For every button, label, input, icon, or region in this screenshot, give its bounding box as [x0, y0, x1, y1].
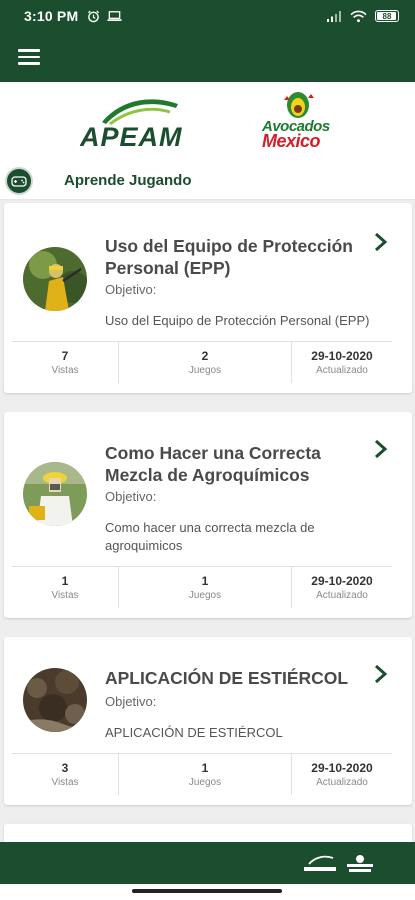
system-nav-bar — [0, 884, 415, 900]
games-label: Juegos — [188, 590, 222, 601]
course-avatar — [23, 668, 87, 732]
apeam-footer-logo — [304, 855, 336, 871]
views-stat: 1 Vistas — [12, 567, 119, 608]
objective-label: Objetivo: — [105, 489, 157, 504]
section-title: Aprende Jugando — [64, 172, 192, 189]
objective-text: APLICACIÓN DE ESTIÉRCOL — [105, 725, 283, 740]
updated-date: 29-10-2020 — [311, 574, 373, 588]
chevron-right-icon[interactable] — [372, 232, 390, 252]
views-value: 1 — [61, 574, 69, 588]
course-title: Uso del Equipo de Protección Personal (E… — [105, 236, 353, 278]
laptop-icon — [107, 11, 122, 21]
chevron-right-icon[interactable] — [372, 439, 390, 459]
views-value: 7 — [61, 349, 69, 363]
apeam-logo-text: APEAM — [80, 122, 183, 152]
battery-level: 88 — [382, 11, 392, 21]
logo-header: APEAM Avocados Mexico — [0, 82, 415, 162]
course-stats: 1 Vistas 1 Juegos 29-10-2020 Actualizado — [12, 566, 392, 608]
course-avatar — [23, 462, 87, 526]
course-card[interactable]: Como Hacer una Correcta Mezcla de Agroqu… — [4, 412, 412, 618]
app-bar — [0, 32, 415, 82]
course-title: APLICACIÓN DE ESTIÉRCOL — [105, 668, 349, 688]
views-stat: 3 Vistas — [12, 754, 119, 795]
game-controller-icon — [5, 167, 33, 195]
views-label: Vistas — [51, 590, 79, 601]
updated-stat: 29-10-2020 Actualizado — [292, 754, 392, 795]
mexico-text: Mexico — [262, 131, 321, 151]
games-label: Juegos — [188, 777, 222, 788]
objective-label: Objetivo: — [105, 282, 157, 297]
footer-logos — [303, 854, 375, 874]
avocados-mexico-logo: Avocados Mexico — [260, 90, 340, 152]
games-label: Juegos — [188, 365, 222, 376]
course-stats: 7 Vistas 2 Juegos 29-10-2020 Actualizado — [12, 341, 392, 383]
status-bar: 3:10 PM 88 — [0, 0, 415, 32]
hamburger-menu-icon[interactable] — [18, 44, 44, 70]
wifi-icon — [350, 10, 367, 22]
games-value: 1 — [201, 574, 209, 588]
views-stat: 7 Vistas — [12, 342, 119, 383]
objective-label: Objetivo: — [105, 694, 157, 709]
updated-stat: 29-10-2020 Actualizado — [292, 567, 392, 608]
updated-label: Actualizado — [316, 777, 368, 788]
battery-icon: 88 — [375, 10, 399, 22]
games-stat: 1 Juegos — [119, 754, 292, 795]
alarm-icon — [88, 10, 100, 22]
course-card[interactable]: Uso del Equipo de Protección Personal (E… — [4, 203, 412, 393]
updated-date: 29-10-2020 — [311, 349, 373, 363]
apeam-logo: APEAM — [79, 92, 210, 152]
views-label: Vistas — [51, 777, 79, 788]
views-value: 3 — [61, 761, 69, 775]
objective-text: Como hacer una correcta mezcla de agroqu… — [105, 520, 315, 553]
updated-date: 29-10-2020 — [311, 761, 373, 775]
games-value: 1 — [201, 761, 209, 775]
bottom-bar — [0, 842, 415, 884]
section-header: Aprende Jugando — [0, 162, 415, 200]
signal-icon — [327, 10, 341, 22]
games-stat: 1 Juegos — [119, 567, 292, 608]
games-value: 2 — [201, 349, 209, 363]
course-list: Uso del Equipo de Protección Personal (E… — [0, 200, 415, 842]
course-title: Como Hacer una Correcta Mezcla de Agroqu… — [105, 443, 321, 485]
views-label: Vistas — [51, 365, 79, 376]
objective-text: Uso del Equipo de Protección Personal (E… — [105, 313, 370, 328]
home-gesture-bar[interactable] — [132, 889, 282, 893]
course-card[interactable]: APLICACIÓN DE ESTIÉRCOL Objetivo: APLICA… — [4, 637, 412, 805]
status-time: 3:10 PM — [24, 8, 79, 24]
avocados-mexico-footer-logo — [347, 855, 373, 872]
course-stats: 3 Vistas 1 Juegos 29-10-2020 Actualizado — [12, 753, 392, 795]
course-card[interactable] — [4, 824, 412, 842]
updated-label: Actualizado — [316, 365, 368, 376]
chevron-right-icon[interactable] — [372, 664, 390, 684]
games-stat: 2 Juegos — [119, 342, 292, 383]
course-avatar — [23, 247, 87, 311]
updated-stat: 29-10-2020 Actualizado — [292, 342, 392, 383]
updated-label: Actualizado — [316, 590, 368, 601]
